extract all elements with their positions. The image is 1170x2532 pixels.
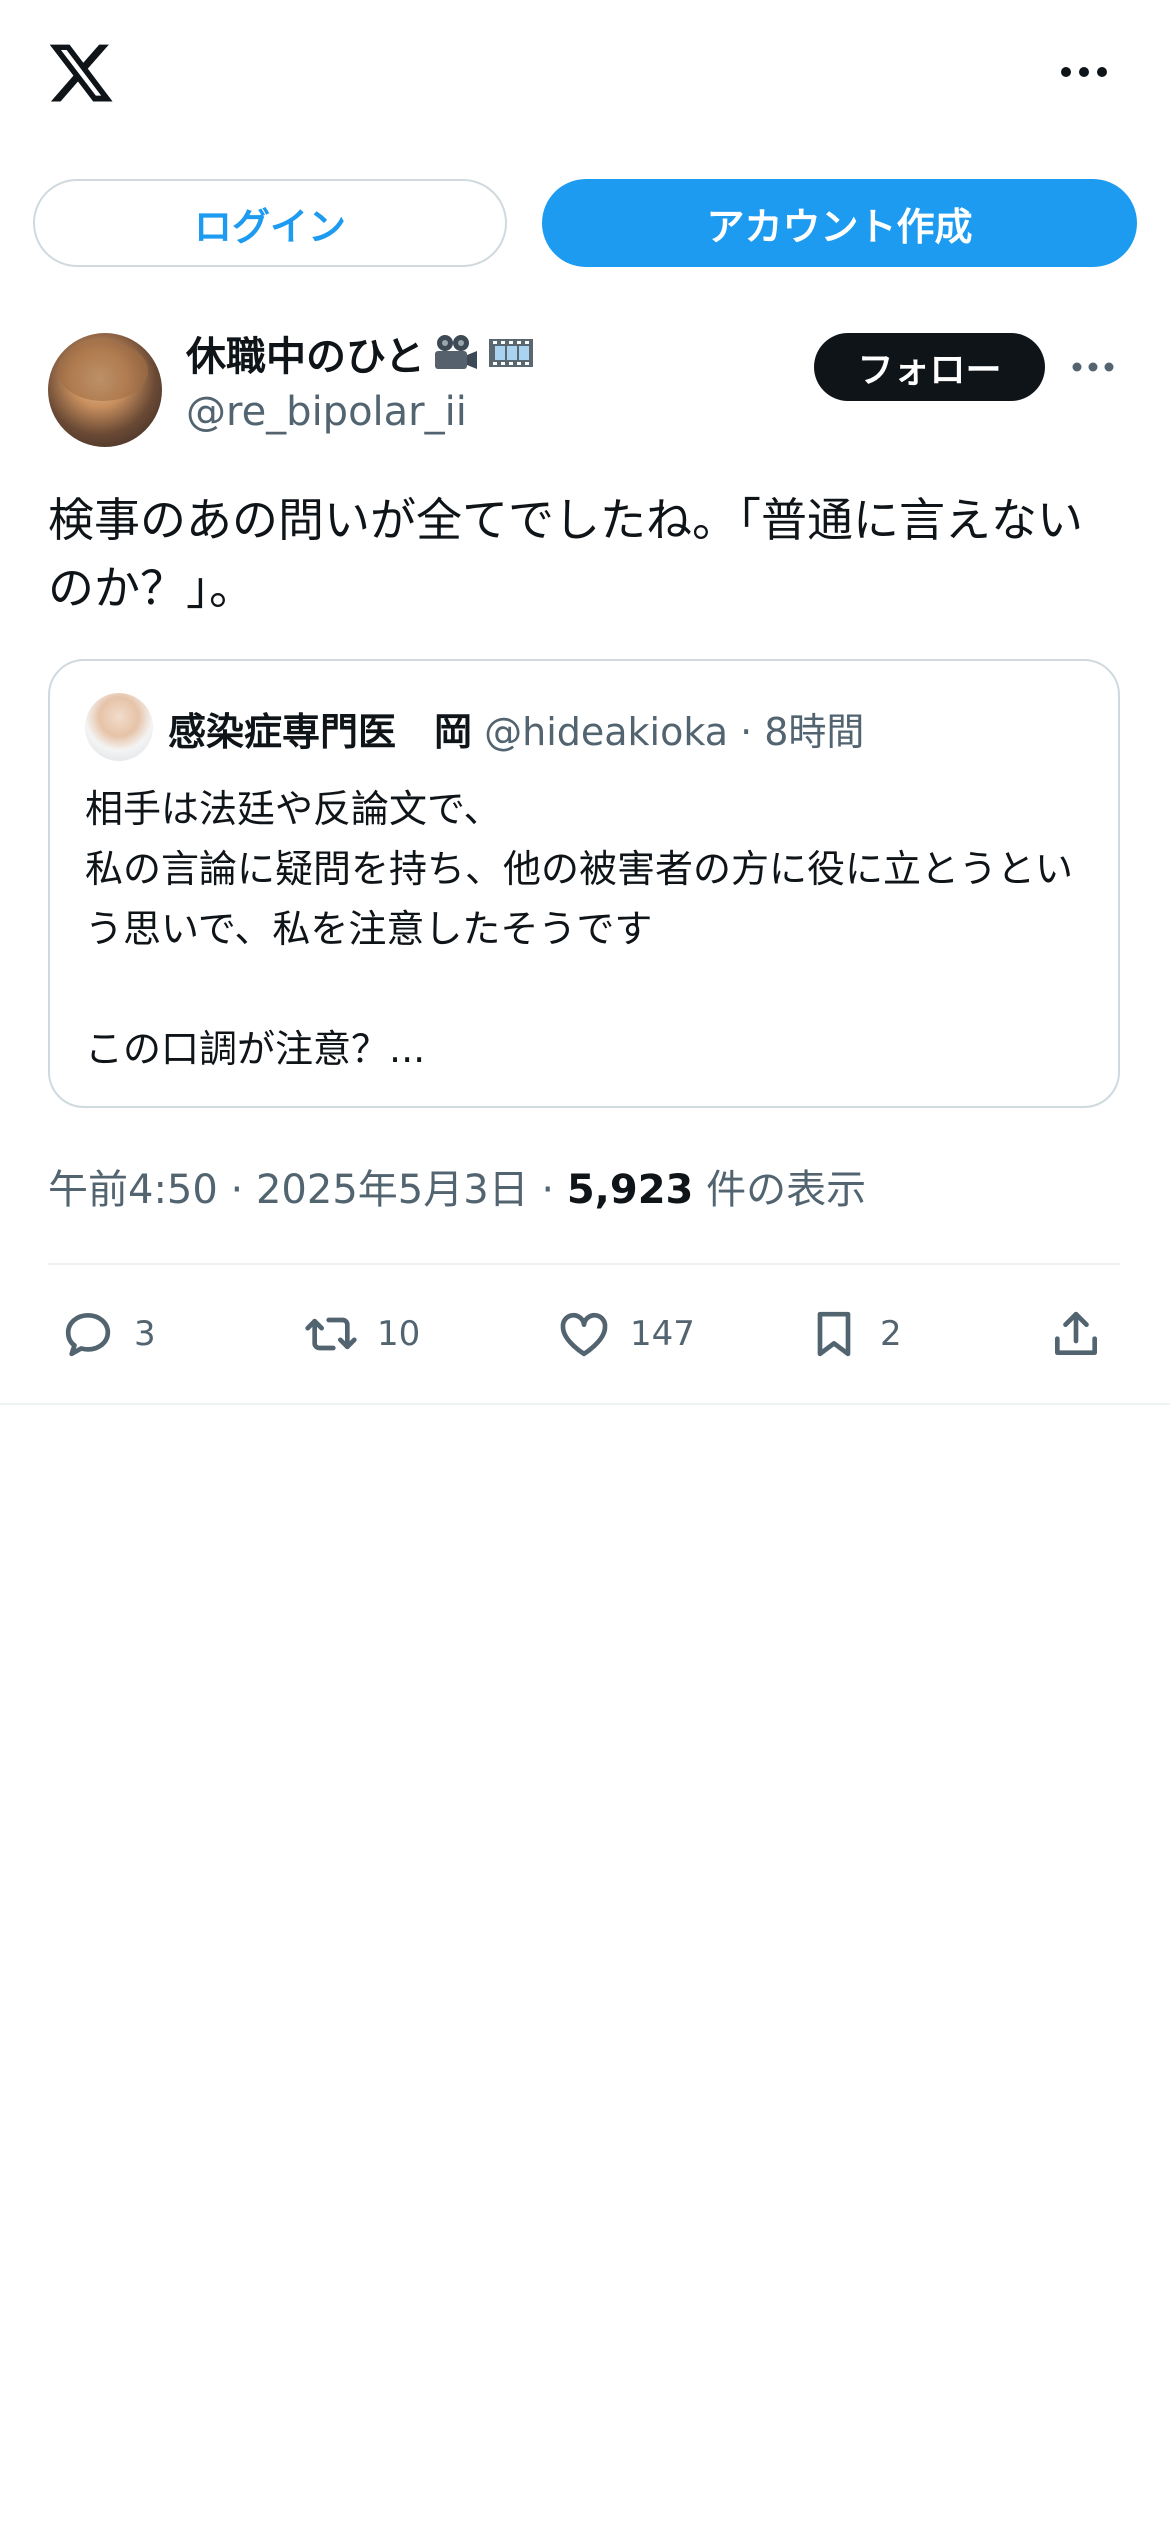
author-name-row[interactable]: 休職中のひと bbox=[186, 324, 535, 382]
movie-camera-icon bbox=[431, 333, 479, 373]
like-button[interactable]: 147 bbox=[556, 1306, 695, 1362]
tweet-more-icon[interactable] bbox=[1070, 352, 1116, 382]
view-count-label: 件の表示 bbox=[693, 1167, 867, 1213]
meta-separator: · bbox=[217, 1167, 256, 1213]
heart-icon bbox=[560, 1312, 608, 1357]
view-count: 5,923 bbox=[566, 1167, 694, 1213]
tweet-meta: 午前4:50 · 2025年5月3日 · 5,923 件の表示 bbox=[48, 1157, 866, 1215]
quoted-tweet-header: 感染症専門医 岡 @hideakioka · 8時間 bbox=[168, 701, 864, 756]
film-frames-icon bbox=[487, 335, 535, 371]
quoted-author-name[interactable]: 感染症専門医 岡 bbox=[168, 710, 472, 754]
more-horizontal-icon[interactable] bbox=[1058, 52, 1110, 92]
share-button[interactable] bbox=[1048, 1306, 1122, 1362]
quoted-author-avatar[interactable] bbox=[85, 693, 153, 761]
quoted-tweet-text: 相手は法廷や反論文で、 私の言論に疑問を持ち、他の被害者の方に役に立とうという思… bbox=[85, 787, 1074, 1071]
reply-count: 3 bbox=[134, 1314, 156, 1354]
like-count: 147 bbox=[630, 1314, 695, 1354]
reply-button[interactable]: 3 bbox=[60, 1306, 156, 1362]
create-account-button[interactable]: アカウント作成 bbox=[542, 179, 1137, 267]
quoted-separator: · bbox=[727, 710, 765, 754]
divider bbox=[48, 1263, 1120, 1265]
quoted-tweet[interactable]: 感染症専門医 岡 @hideakioka · 8時間 相手は法廷や反論文で、 私… bbox=[48, 659, 1120, 1108]
author-handle[interactable]: @re_bipolar_ii bbox=[186, 389, 467, 435]
tweet-text: 検事のあの問いが全てでしたね。「普通に言えないのか？」。 bbox=[48, 493, 1083, 615]
quoted-time[interactable]: 8時間 bbox=[764, 710, 864, 754]
divider bbox=[0, 1403, 1170, 1405]
bookmark-button[interactable]: 2 bbox=[806, 1306, 902, 1362]
retweet-icon bbox=[305, 1317, 357, 1351]
tweet-time[interactable]: 午前4:50 bbox=[48, 1167, 218, 1213]
author-avatar[interactable] bbox=[48, 333, 162, 447]
x-logo-icon[interactable] bbox=[46, 38, 116, 108]
bookmark-icon bbox=[817, 1311, 851, 1357]
follow-button[interactable]: フォロー bbox=[814, 333, 1045, 401]
reply-icon bbox=[65, 1313, 111, 1357]
share-icon bbox=[1055, 1311, 1097, 1355]
meta-separator: · bbox=[528, 1167, 567, 1213]
bookmark-count: 2 bbox=[880, 1314, 902, 1354]
tweet-date[interactable]: 2025年5月3日 bbox=[256, 1167, 529, 1213]
quoted-author-handle[interactable]: @hideakioka bbox=[484, 710, 728, 754]
login-button[interactable]: ログイン bbox=[33, 179, 507, 267]
author-name[interactable]: 休職中のひと bbox=[186, 324, 425, 382]
retweet-count: 10 bbox=[377, 1314, 421, 1354]
retweet-button[interactable]: 10 bbox=[303, 1306, 420, 1362]
